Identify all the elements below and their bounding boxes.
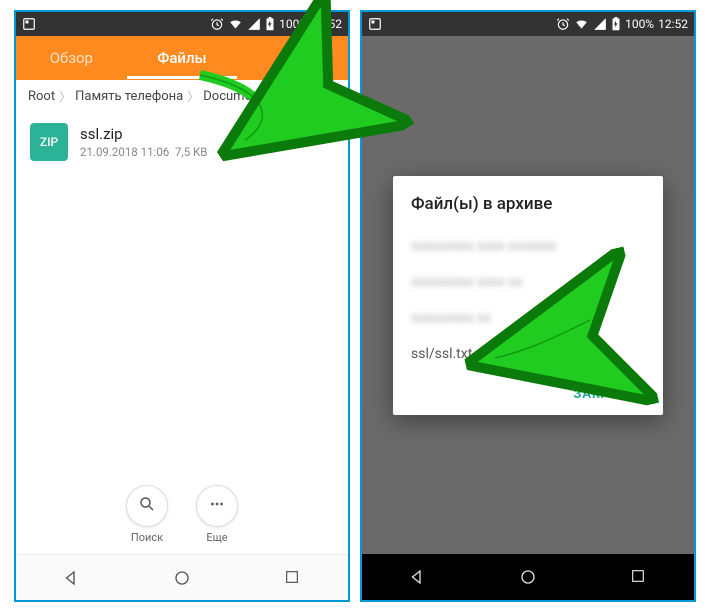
breadcrumb-folder[interactable]: Document bbox=[201, 89, 265, 104]
battery-icon bbox=[611, 17, 621, 31]
battery-icon bbox=[265, 17, 275, 31]
file-date: 21.09.2018 11:06 bbox=[80, 145, 169, 159]
file-subtext: 21.09.2018 11:06 7,5 KB bbox=[80, 145, 207, 159]
file-row[interactable]: ZIP ssl.zip 21.09.2018 11:06 7,5 KB bbox=[16, 113, 348, 171]
android-nav-bar bbox=[16, 554, 348, 600]
nav-back-icon[interactable] bbox=[62, 569, 80, 587]
archive-item-hidden[interactable]: xxxxxxxxx xxxx xx bbox=[411, 264, 645, 300]
battery-percent: 100% bbox=[625, 17, 654, 31]
clock-time: 12:52 bbox=[312, 17, 342, 31]
alarm-icon bbox=[210, 17, 224, 31]
nav-back-icon[interactable] bbox=[408, 568, 426, 586]
battery-percent: 100% bbox=[279, 17, 308, 31]
more-button[interactable]: Еще bbox=[196, 485, 238, 544]
tab-overview[interactable]: Обзор bbox=[16, 37, 127, 79]
modal-backdrop: Файл(ы) в архиве xxxxxxxxx xxxx xxxxxxx … bbox=[362, 36, 694, 554]
tab-ftp[interactable]: FTP bbox=[237, 37, 348, 79]
status-bar: 100% 12:52 bbox=[362, 12, 694, 36]
screenshot-icon bbox=[22, 17, 36, 31]
more-label: Еще bbox=[206, 531, 227, 544]
clock-time: 12:52 bbox=[658, 17, 688, 31]
close-button[interactable]: ЗАКРЫТЬ bbox=[569, 380, 645, 407]
signal-icon bbox=[593, 17, 607, 31]
chevron-right-icon: 〉 bbox=[187, 88, 199, 105]
archive-item-ssl-txt[interactable]: ssl/ssl.txt bbox=[411, 336, 645, 372]
nav-recent-icon[interactable] bbox=[630, 568, 648, 586]
search-icon bbox=[138, 495, 156, 517]
search-button[interactable]: Поиск bbox=[126, 485, 168, 544]
file-name: ssl.zip bbox=[80, 125, 207, 143]
breadcrumb: Root 〉 Память телефона 〉 Document bbox=[16, 80, 348, 113]
archive-item-hidden[interactable]: xxxxxxxxx xx bbox=[411, 300, 645, 336]
archive-dialog: Файл(ы) в архиве xxxxxxxxx xxxx xxxxxxx … bbox=[393, 176, 663, 415]
nav-home-icon[interactable] bbox=[173, 569, 191, 587]
alarm-icon bbox=[556, 17, 570, 31]
breadcrumb-storage[interactable]: Память телефона bbox=[73, 89, 185, 104]
android-nav-bar bbox=[362, 554, 694, 600]
zip-file-icon: ZIP bbox=[30, 123, 68, 161]
signal-icon bbox=[247, 17, 261, 31]
tab-bar: Обзор Файлы FTP bbox=[16, 36, 348, 80]
dialog-title: Файл(ы) в архиве bbox=[411, 194, 645, 214]
file-size: 7,5 KB bbox=[175, 145, 207, 159]
phone-screenshot-left: 100% 12:52 Обзор Файлы FTP Root 〉 Память… bbox=[14, 10, 350, 602]
chevron-right-icon: 〉 bbox=[59, 88, 71, 105]
more-icon bbox=[208, 495, 226, 517]
breadcrumb-root[interactable]: Root bbox=[26, 89, 57, 104]
wifi-icon bbox=[228, 17, 243, 31]
nav-home-icon[interactable] bbox=[519, 568, 537, 586]
phone-screenshot-right: 100% 12:52 Файл(ы) в архиве xxxxxxxxx xx… bbox=[360, 10, 696, 602]
file-meta: ssl.zip 21.09.2018 11:06 7,5 KB bbox=[80, 125, 207, 159]
archive-item-hidden[interactable]: xxxxxxxxx xxxx xxxxxxx bbox=[411, 228, 645, 264]
nav-recent-icon[interactable] bbox=[284, 569, 302, 587]
screenshot-icon bbox=[368, 17, 382, 31]
tab-files[interactable]: Файлы bbox=[127, 37, 238, 79]
search-label: Поиск bbox=[131, 531, 163, 544]
status-bar: 100% 12:52 bbox=[16, 12, 348, 36]
wifi-icon bbox=[574, 17, 589, 31]
bottom-action-bar: Поиск Еще bbox=[16, 485, 348, 544]
